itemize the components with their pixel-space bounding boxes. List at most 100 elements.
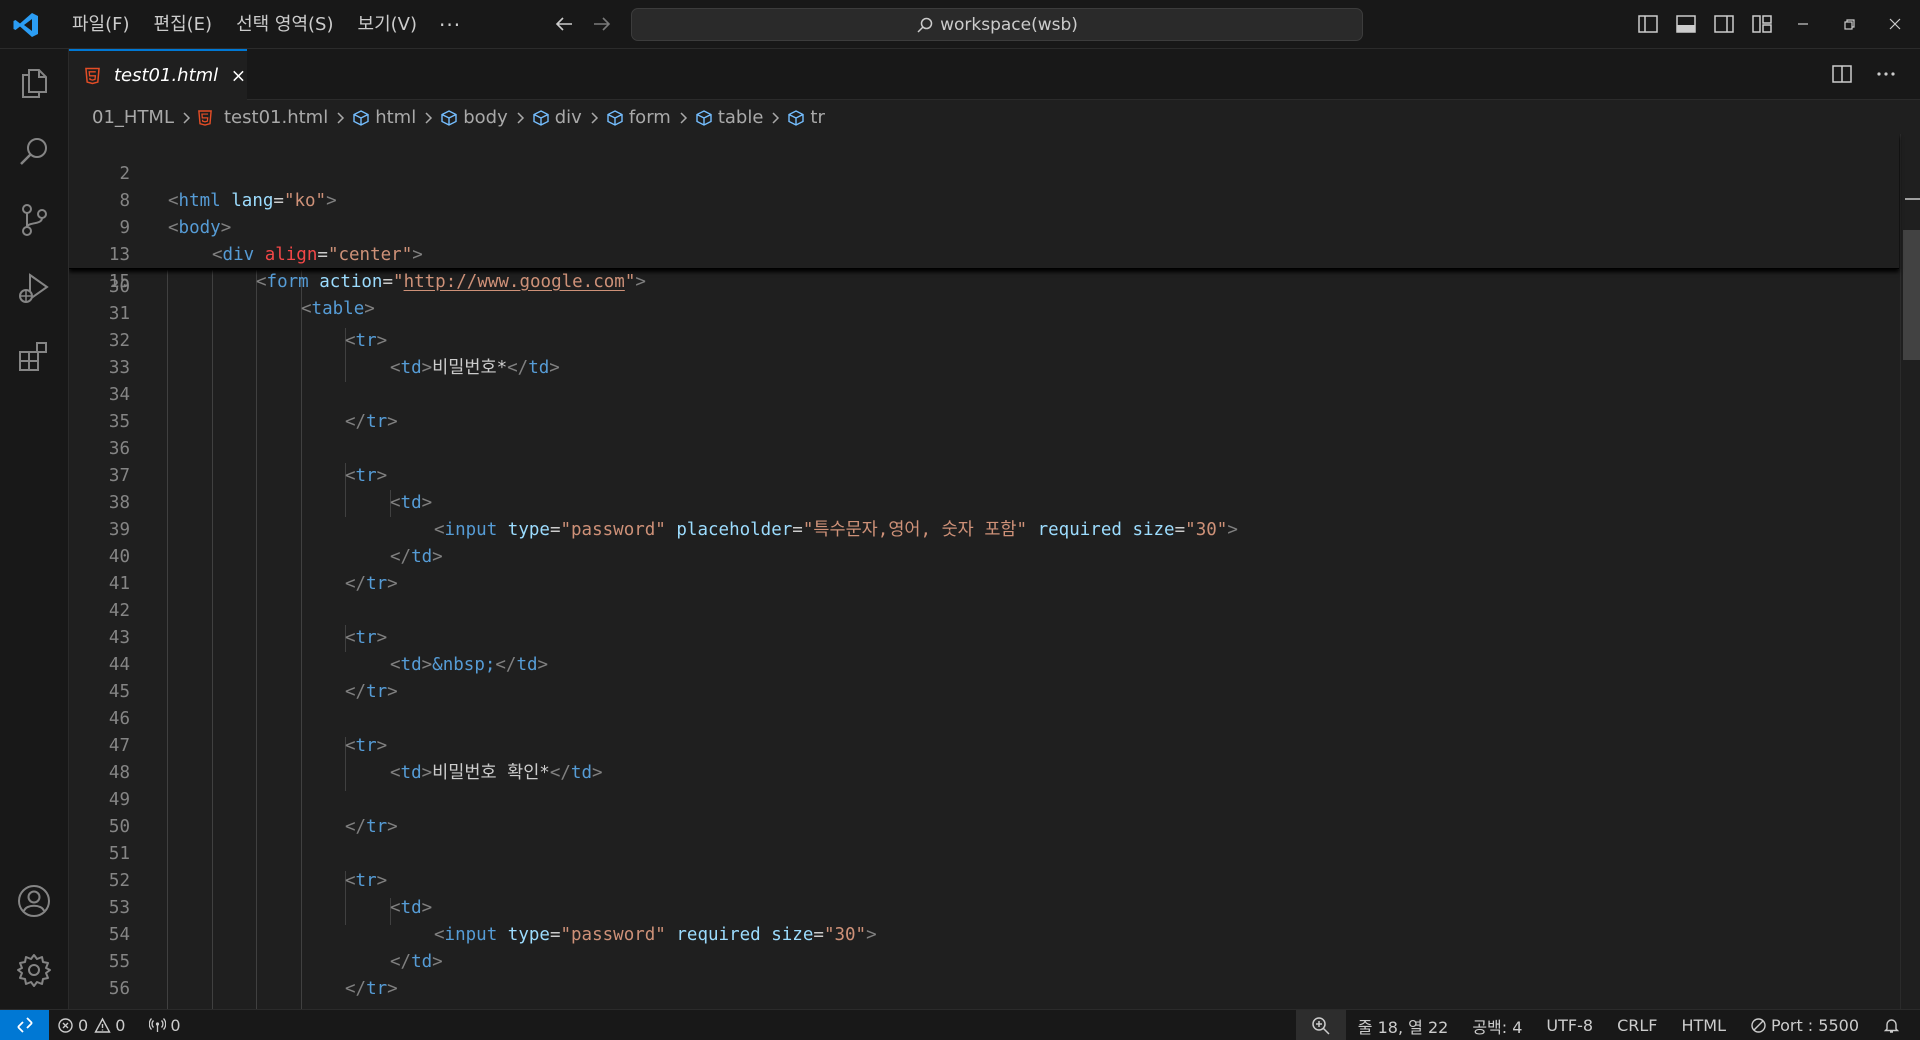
symbol-cube-icon xyxy=(533,109,549,126)
sticky-scroll-header[interactable]: 2 <html lang="ko"> 8 <body> 9 <div align… xyxy=(69,134,1899,319)
circle-slash-icon xyxy=(1751,1018,1766,1033)
arrow-left-icon[interactable] xyxy=(552,12,576,36)
code-line: 49 </tr> xyxy=(69,787,1899,837)
more-actions-icon[interactable] xyxy=(1874,62,1898,86)
problems-indicator[interactable]: 0 0 xyxy=(49,1010,133,1040)
line-number: 54 xyxy=(108,925,130,945)
html5-file-icon xyxy=(85,67,100,84)
language-mode[interactable]: HTML xyxy=(1669,1010,1738,1040)
command-center-search[interactable]: workspace(wsb) xyxy=(631,8,1363,41)
code-line: 32 <td>비밀번호*</td> xyxy=(69,328,1899,378)
menu-file[interactable]: 파일(F) xyxy=(60,9,142,41)
menu-edit[interactable]: 편집(E) xyxy=(142,9,225,41)
code-line: 40 </tr> xyxy=(69,544,1899,594)
zoom-button[interactable] xyxy=(1295,1010,1346,1040)
tab-test01-html[interactable]: test01.html xyxy=(69,49,247,100)
status-bar-right: 줄 18, 열 22 공백: 4 UTF-8 CRLF HTML Port : … xyxy=(1295,1010,1920,1040)
url-link: http://www.google.com xyxy=(403,272,625,292)
vertical-scrollbar[interactable] xyxy=(1900,134,1920,1009)
warning-icon xyxy=(94,1017,111,1033)
chevron-right-icon xyxy=(337,111,345,124)
chevron-right-icon xyxy=(517,111,524,124)
arrow-right-icon[interactable] xyxy=(590,12,614,36)
line-number: 41 xyxy=(108,574,130,594)
line-number: 53 xyxy=(108,898,130,918)
accounts-icon[interactable] xyxy=(15,882,53,920)
symbol-cube-icon xyxy=(696,109,712,126)
close-icon[interactable] xyxy=(230,67,247,85)
toggle-panel-icon[interactable] xyxy=(1674,12,1698,36)
editor-actions xyxy=(1830,62,1898,86)
activity-bar xyxy=(0,49,69,1009)
restore-button[interactable] xyxy=(1826,10,1872,38)
scrollbar-cursor-marker xyxy=(1905,198,1920,200)
menu-view[interactable]: 보기(V) xyxy=(346,9,429,41)
code-line: 36 <tr> xyxy=(69,436,1899,486)
menu-more-icon[interactable]: ··· xyxy=(429,13,471,37)
code-editor[interactable]: 2 <html lang="ko"> 8 <body> 9 <div align… xyxy=(69,134,1920,1009)
zoom-in-icon xyxy=(1312,1016,1330,1035)
cursor-position[interactable]: 줄 18, 열 22 xyxy=(1346,1010,1461,1040)
code-line: 54 </td> xyxy=(69,922,1899,972)
breadcrumb-folder[interactable]: 01_HTML xyxy=(92,107,174,128)
line-number: 50 xyxy=(108,817,130,837)
line-number: 42 xyxy=(108,601,130,621)
ports-count: 0 xyxy=(170,1015,181,1035)
line-number: 38 xyxy=(108,493,130,513)
line-number: 52 xyxy=(108,871,130,891)
code-content: <form action="http://www.google.com"> xyxy=(256,272,646,292)
menu-selection[interactable]: 선택 영역(S) xyxy=(224,9,345,41)
tab-bar: test01.html xyxy=(69,49,1920,100)
extensions-icon[interactable] xyxy=(15,337,53,375)
breadcrumb-symbol-body[interactable]: body xyxy=(440,107,508,128)
toggle-primary-sidebar-icon[interactable] xyxy=(1636,12,1660,36)
html5-file-icon xyxy=(198,109,212,126)
live-server-port[interactable]: Port : 5500 xyxy=(1738,1010,1871,1040)
code-line: 56 xyxy=(69,976,1899,1003)
gear-icon[interactable] xyxy=(15,951,53,989)
breadcrumb: 01_HTML test01.html html body div form t… xyxy=(69,101,1920,134)
command-center-label: workspace(wsb) xyxy=(940,14,1078,35)
breadcrumb-symbol-div[interactable]: div xyxy=(532,107,582,128)
symbol-cube-icon xyxy=(788,109,805,126)
code-line: 9 <div align="center"> xyxy=(69,188,1899,265)
ports-indicator[interactable]: 0 xyxy=(141,1010,188,1040)
customize-layout-icon[interactable] xyxy=(1750,12,1774,36)
breadcrumb-symbol-tr[interactable]: tr xyxy=(787,107,825,128)
code-line: 35 xyxy=(69,409,1899,436)
minimize-button[interactable] xyxy=(1780,10,1826,38)
search-view-icon[interactable] xyxy=(15,133,53,171)
breadcrumb-symbol-form[interactable]: form xyxy=(606,107,671,128)
code-content: <table> xyxy=(301,299,375,319)
breadcrumb-file-label: test01.html xyxy=(224,107,329,128)
code-line: 52 <td> xyxy=(69,868,1899,918)
code-line: 38 <input type="password" placeholder="특… xyxy=(69,490,1899,540)
remote-indicator-button[interactable] xyxy=(0,1009,49,1040)
close-window-button[interactable] xyxy=(1872,10,1918,38)
notifications-button[interactable] xyxy=(1871,1010,1920,1040)
toggle-secondary-sidebar-icon[interactable] xyxy=(1712,12,1736,36)
end-of-line[interactable]: CRLF xyxy=(1605,1010,1669,1040)
run-debug-icon[interactable] xyxy=(15,269,53,307)
line-number: 37 xyxy=(108,466,130,486)
code-line: 43 <td>&nbsp;</td> xyxy=(69,625,1899,675)
breadcrumb-symbol-html[interactable]: html xyxy=(352,107,416,128)
scrollbar-thumb[interactable] xyxy=(1903,230,1920,360)
code-line: 2 <html lang="ko"> xyxy=(69,134,1899,211)
line-number: 33 xyxy=(108,358,130,378)
code-line: 42 <tr> xyxy=(69,598,1899,648)
code-line: 34 </tr> xyxy=(69,382,1899,432)
explorer-icon[interactable] xyxy=(15,64,53,102)
error-icon xyxy=(58,1017,73,1033)
code-line: 53 <input type="password" required size=… xyxy=(69,895,1899,945)
source-control-icon[interactable] xyxy=(15,201,53,239)
tab-label: test01.html xyxy=(113,65,219,86)
encoding[interactable]: UTF-8 xyxy=(1534,1010,1605,1040)
line-number: 35 xyxy=(108,412,130,432)
split-editor-icon[interactable] xyxy=(1830,62,1854,86)
menu-bar: 파일(F) 편집(E) 선택 영역(S) 보기(V) ··· xyxy=(60,0,471,49)
chevron-right-icon xyxy=(183,111,191,124)
breadcrumb-file[interactable]: test01.html xyxy=(198,107,328,128)
indentation[interactable]: 공백: 4 xyxy=(1460,1010,1534,1040)
breadcrumb-symbol-table[interactable]: table xyxy=(695,107,763,128)
